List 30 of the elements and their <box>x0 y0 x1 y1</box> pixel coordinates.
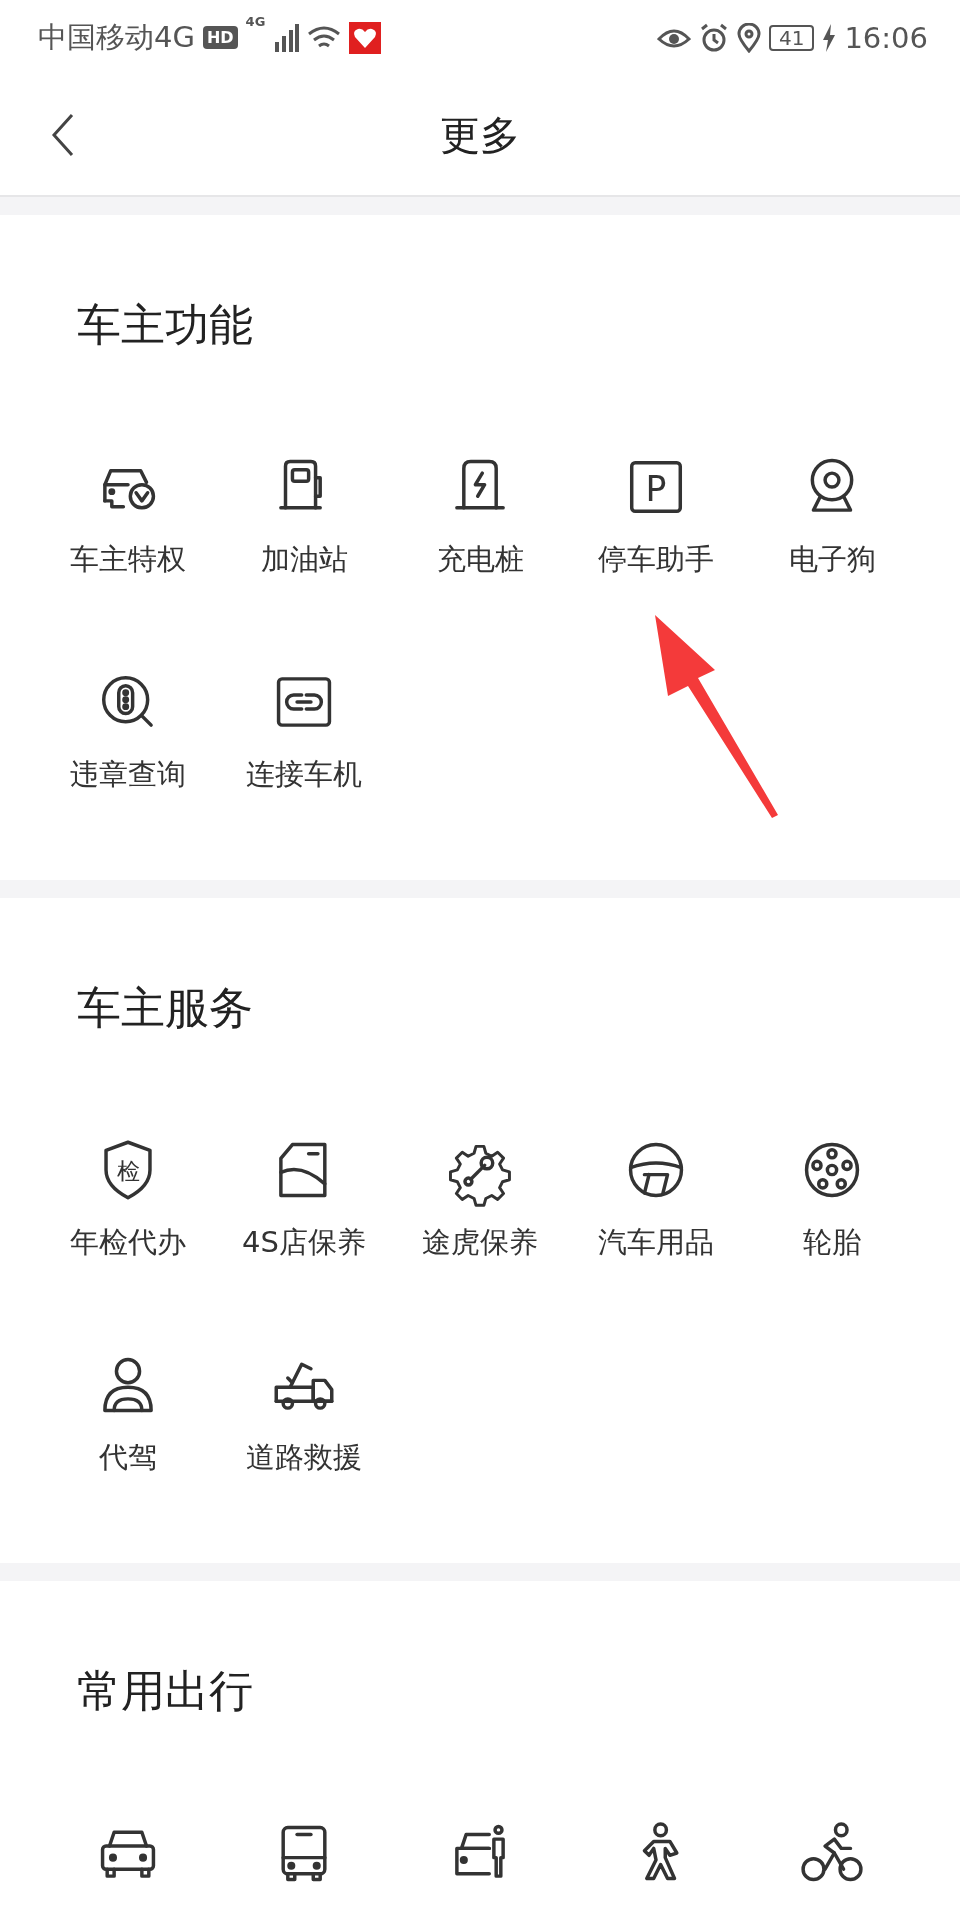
section-title: 车主功能 <box>77 300 254 350</box>
feature-label[interactable]: 汽车用品 <box>598 1224 714 1260</box>
hd-badge: HD <box>202 26 238 49</box>
signal-icon <box>273 23 300 52</box>
feature-label[interactable]: 连接车机 <box>246 756 362 792</box>
feature-label[interactable]: 电子狗 <box>788 541 876 577</box>
heart-app-icon <box>349 21 382 54</box>
badge-character: 检 <box>116 1158 140 1185</box>
charging-icon <box>822 23 837 52</box>
carrier-name: 中国移动4G <box>38 18 195 56</box>
page-title: 更多 <box>440 110 520 160</box>
feature-label[interactable]: 违章查询 <box>70 756 186 792</box>
feature-label[interactable]: 道路救援 <box>246 1439 362 1475</box>
feature-label[interactable]: 充电桩 <box>436 541 524 577</box>
location-icon <box>736 22 761 53</box>
sign-letter: P <box>645 468 667 509</box>
alarm-icon <box>698 22 729 53</box>
section-title: 车主服务 <box>77 983 254 1033</box>
clock-time: 16:06 <box>844 20 928 55</box>
feature-label[interactable]: 停车助手 <box>598 541 714 577</box>
battery-level: 41 <box>768 24 815 51</box>
network-type: 4G <box>245 14 266 29</box>
section-title: 常用出行 <box>77 1666 254 1716</box>
feature-label[interactable]: 年检代办 <box>70 1224 186 1260</box>
feature-label[interactable]: 轮胎 <box>803 1224 861 1260</box>
feature-label[interactable]: 4S店保养 <box>242 1224 366 1260</box>
feature-label[interactable]: 途虎保养 <box>422 1224 538 1260</box>
feature-label[interactable]: 车主特权 <box>70 541 186 577</box>
feature-label[interactable]: 代驾 <box>99 1439 157 1475</box>
feature-label[interactable]: 加油站 <box>260 541 348 577</box>
